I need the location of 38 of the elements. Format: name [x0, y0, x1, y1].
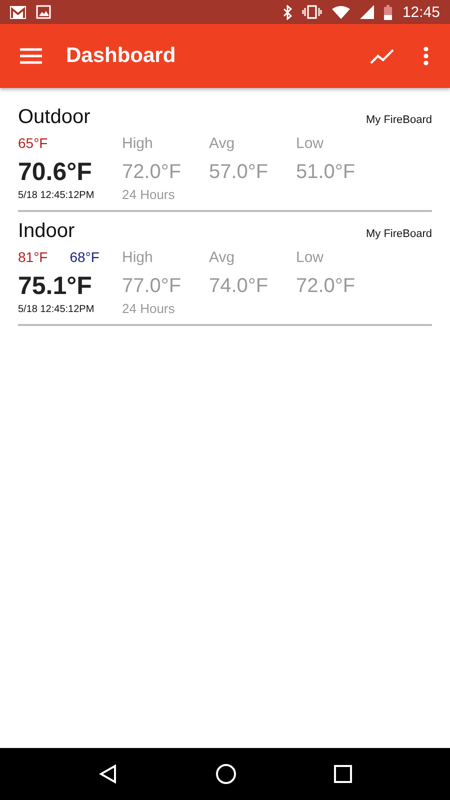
stat-value: 72.0°F: [296, 275, 356, 298]
sensor-name: Outdoor: [18, 106, 90, 129]
stat-label: High: [122, 249, 154, 267]
device-name: My FireBoard: [366, 228, 432, 240]
stat-label: Avg: [209, 249, 236, 267]
home-button[interactable]: [214, 763, 237, 785]
signal-icon: [360, 5, 374, 19]
stat-period: 24 Hours: [122, 301, 176, 316]
device-name: My FireBoard: [366, 114, 432, 126]
timestamp: 5/18 12:45:12PM: [18, 304, 96, 315]
image-icon: [36, 5, 51, 19]
timestamp: 5/18 12:45:12PM: [18, 190, 96, 201]
stat-label: Low: [296, 135, 325, 153]
more-options-button[interactable]: [423, 46, 429, 66]
app-title: Dashboard: [66, 44, 177, 68]
status-time: 12:45: [402, 4, 440, 20]
back-button[interactable]: [98, 764, 118, 784]
recents-button[interactable]: [334, 765, 352, 783]
stat-label: Avg: [209, 135, 236, 153]
stat-value: 57.0°F: [209, 161, 270, 184]
stat-period: 24 Hours: [122, 187, 176, 202]
wifi-icon: [332, 6, 350, 18]
stat-value: 77.0°F: [122, 275, 182, 298]
stat-label: High: [122, 135, 154, 153]
bluetooth-icon: [283, 4, 292, 20]
alarm-temperature: 81°F: [18, 249, 48, 267]
current-temperature: 75.1°F: [18, 272, 93, 301]
stat-label: Low: [296, 249, 325, 267]
current-temperature: 70.6°F: [18, 158, 93, 187]
sensor-name: Indoor: [18, 220, 75, 243]
stat-value: 74.0°F: [209, 275, 270, 298]
stat-value: 72.0°F: [122, 161, 182, 184]
alarm-temperature: 68°F: [70, 249, 100, 267]
battery-icon: [384, 4, 392, 20]
alarm-temperature: 65°F: [18, 135, 48, 153]
vibrate-icon: [302, 5, 322, 19]
mail-icon: [10, 6, 26, 18]
stat-value: 51.0°F: [296, 161, 356, 184]
